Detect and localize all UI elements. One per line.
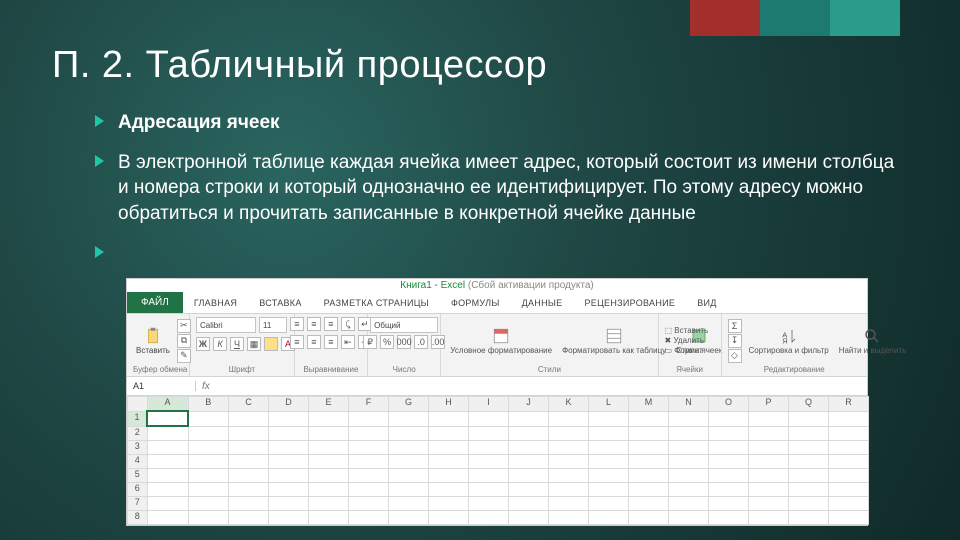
format-as-table-button[interactable]: Форматировать как таблицу [559,327,669,355]
col-header[interactable]: N [669,397,709,412]
italic-button[interactable]: К [213,337,227,351]
fx-icon[interactable]: fx [196,381,216,392]
ribbon-tabs: ФАЙЛ ГЛАВНАЯ ВСТАВКА РАЗМЕТКА СТРАНИЦЫ Ф… [127,292,867,314]
file-tab[interactable]: ФАЙЛ [127,292,183,313]
bullet-text: Адресация ячеек [118,110,280,136]
border-button[interactable]: ▦ [247,337,261,351]
row-header[interactable]: 2 [128,426,148,441]
spreadsheet-grid[interactable]: A B C D E F G H I J K L M N O P Q R 1 [127,396,869,525]
tab-insert[interactable]: ВСТАВКА [248,293,312,313]
format-cells-button[interactable]: ▭ Формат [665,346,709,355]
col-header[interactable]: D [269,397,309,412]
accent-bars [690,0,900,36]
bullet-text: В электронной таблице каждая ячейка имее… [118,150,900,227]
col-header[interactable]: I [469,397,509,412]
col-header[interactable]: O [709,397,749,412]
tab-view[interactable]: ВИД [686,293,727,313]
table-icon [605,327,623,345]
align-bot-icon[interactable]: ≡ [324,317,338,331]
cell-a1[interactable] [147,411,188,426]
tab-review[interactable]: РЕЦЕНЗИРОВАНИЕ [573,293,686,313]
col-header[interactable]: P [749,397,789,412]
group-editing: Σ ↧ ◇ AЯ Сортировка и фильтр Найти и выд… [722,314,868,376]
tab-data[interactable]: ДАННЫЕ [511,293,574,313]
paste-button[interactable]: Вставить [133,327,173,355]
font-size-combo[interactable]: 11 [259,317,287,333]
bullet-list: Адресация ячеек В электронной таблице ка… [95,110,900,275]
col-header[interactable]: J [509,397,549,412]
col-header[interactable]: F [349,397,389,412]
cond-format-icon [492,327,510,345]
tab-formulas[interactable]: ФОРМУЛЫ [440,293,511,313]
underline-button[interactable]: Ч [230,337,244,351]
name-box[interactable]: A1 [127,381,196,391]
group-styles: Условное форматирование Форматировать ка… [441,314,658,376]
excel-window: Книга1 - Excel (Сбой активации продукта)… [126,278,868,526]
align-top-icon[interactable]: ≡ [290,317,304,331]
excel-titlebar: Книга1 - Excel (Сбой активации продукта) [127,279,867,292]
slide-title: П. 2. Табличный процессор [52,44,547,87]
formula-bar: A1 fx [127,377,867,396]
col-header[interactable]: G [389,397,429,412]
align-right-icon[interactable]: ≡ [324,335,338,349]
ribbon: Вставить ✂ ⧉ ✎ Буфер обмена Calibri 11 [127,314,867,377]
number-format-combo[interactable]: Общий [370,317,438,333]
select-all-corner[interactable] [128,397,148,412]
fill-color-button[interactable] [264,337,278,351]
align-left-icon[interactable]: ≡ [290,335,304,349]
col-header[interactable]: L [589,397,629,412]
row-header[interactable]: 8 [128,511,148,525]
bullet-icon [95,246,104,258]
sort-filter-button[interactable]: AЯ Сортировка и фильтр [746,327,832,355]
sort-icon: AЯ [780,327,798,345]
format-painter-icon[interactable]: ✎ [177,349,191,363]
row-header[interactable]: 7 [128,497,148,511]
find-icon [863,327,881,345]
font-name-combo[interactable]: Calibri [196,317,256,333]
col-header[interactable]: H [429,397,469,412]
conditional-formatting-button[interactable]: Условное форматирование [447,327,555,355]
col-header[interactable]: Q [789,397,829,412]
insert-cells-button[interactable]: ⬚ Вставить [665,326,709,335]
row-header[interactable]: 6 [128,483,148,497]
inc-decimal-icon[interactable]: .0 [414,335,428,349]
group-number: Общий ₽ % 000 .0 .00 Число [368,314,441,376]
orientation-icon[interactable]: ⤹ [341,317,355,331]
tab-home[interactable]: ГЛАВНАЯ [183,293,248,313]
row-header[interactable]: 4 [128,455,148,469]
bullet-icon [95,115,104,127]
comma-icon[interactable]: 000 [397,335,411,349]
svg-text:Я: Я [782,336,787,345]
tab-layout[interactable]: РАЗМЕТКА СТРАНИЦЫ [313,293,440,313]
align-mid-icon[interactable]: ≡ [307,317,321,331]
clipboard-icon [144,327,162,345]
row-header[interactable]: 1 [128,411,148,426]
col-header[interactable]: M [629,397,669,412]
indent-dec-icon[interactable]: ⇤ [341,335,355,349]
group-font: Calibri 11 A a Ж К Ч ▦ A Шрифт [190,314,295,376]
percent-icon[interactable]: % [380,335,394,349]
col-header[interactable]: E [309,397,349,412]
col-header[interactable]: R [829,397,869,412]
currency-icon[interactable]: ₽ [363,335,377,349]
copy-icon[interactable]: ⧉ [177,334,191,348]
col-header[interactable]: K [549,397,589,412]
autosum-icon[interactable]: Σ [728,319,742,333]
col-header[interactable]: C [229,397,269,412]
group-clipboard: Вставить ✂ ⧉ ✎ Буфер обмена [127,314,190,376]
fill-icon[interactable]: ↧ [728,334,742,348]
bullet-icon [95,155,104,167]
bold-button[interactable]: Ж [196,337,210,351]
group-alignment: ≡ ≡ ≡ ⤹ ↵ ≡ ≡ ≡ ⇤ ⇥ Выравнивание [295,314,368,376]
row-header[interactable]: 3 [128,441,148,455]
find-select-button[interactable]: Найти и выделить [836,327,910,355]
delete-cells-button[interactable]: ✖ Удалить [665,336,709,345]
row-header[interactable]: 5 [128,469,148,483]
group-cells: ⬚ Вставить ✖ Удалить ▭ Формат Ячейки [659,314,722,376]
cut-icon[interactable]: ✂ [177,319,191,333]
clear-icon[interactable]: ◇ [728,349,742,363]
col-header[interactable]: B [188,397,229,412]
col-header[interactable]: A [147,397,188,412]
align-center-icon[interactable]: ≡ [307,335,321,349]
